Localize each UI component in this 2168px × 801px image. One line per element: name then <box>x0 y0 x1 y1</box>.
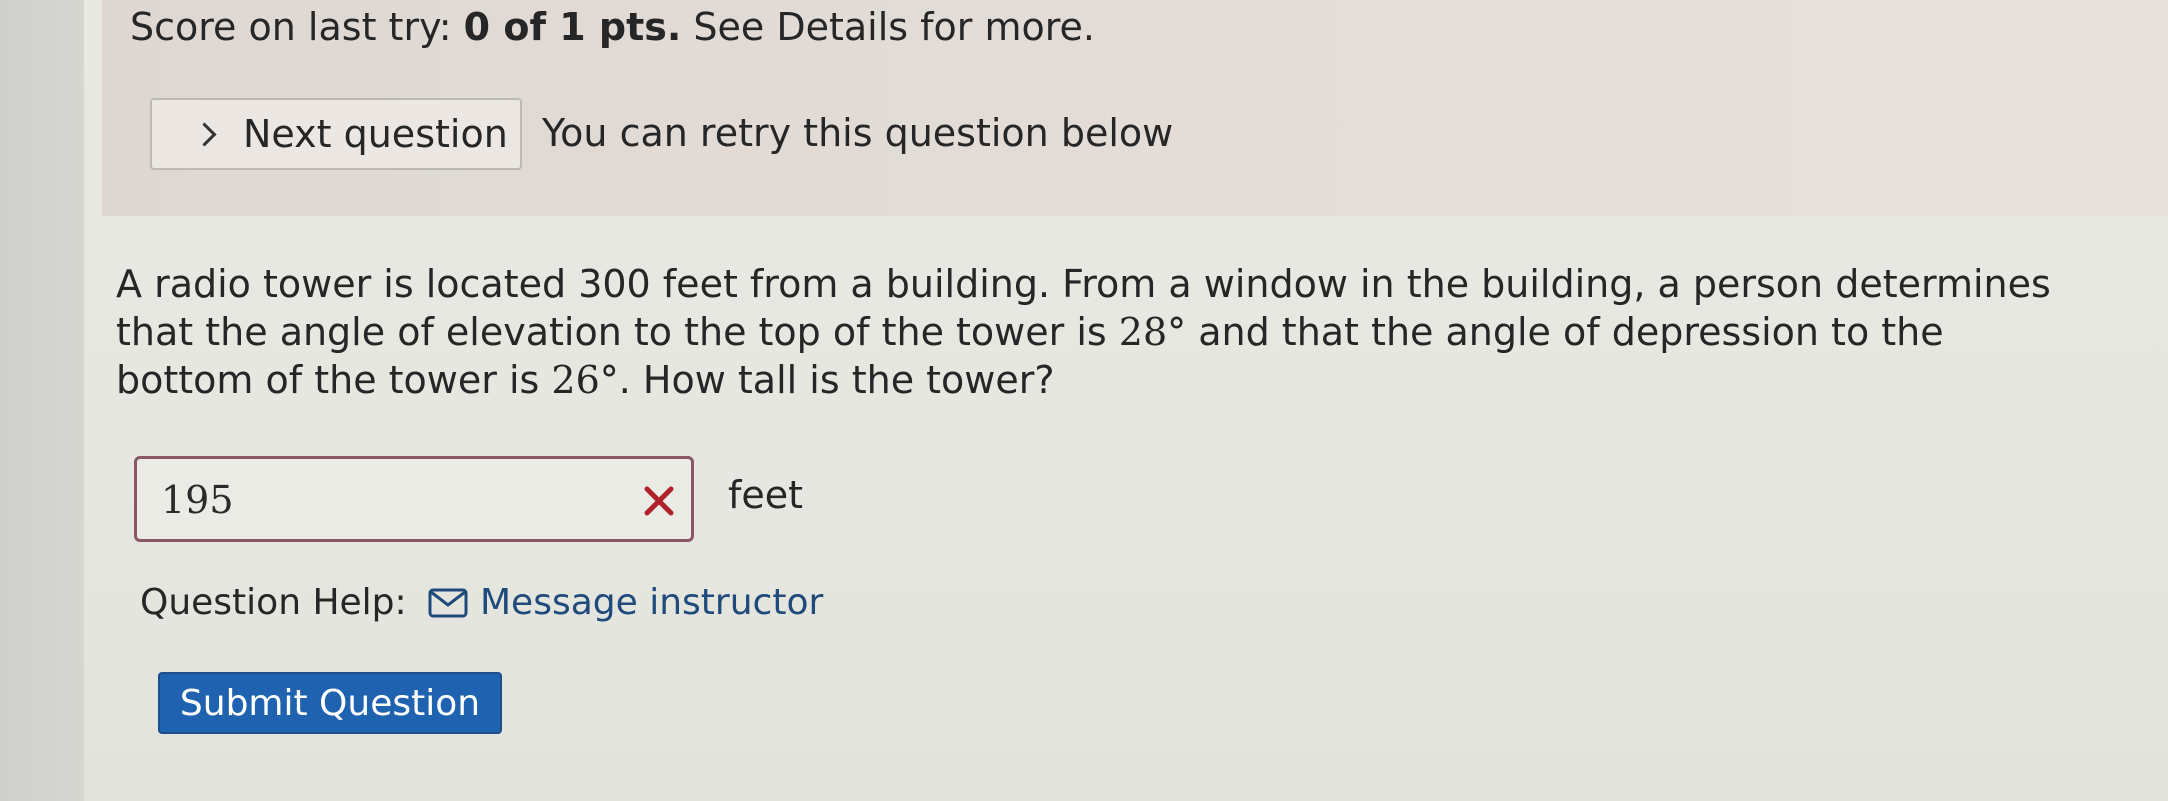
question-text-part3: . How tall is the tower? <box>618 358 1055 402</box>
angle-elevation: 28° <box>1118 310 1187 354</box>
score-prefix: Score on last try: <box>130 5 464 49</box>
answer-input[interactable]: 195 <box>134 456 694 542</box>
angle-depression: 26° <box>551 358 619 402</box>
score-suffix: See Details for more. <box>681 5 1096 49</box>
score-value: 0 of 1 pts. <box>463 5 682 49</box>
chevron-right-icon <box>192 121 217 147</box>
message-instructor-label: Message instructor <box>480 582 824 623</box>
score-line: Score on last try: 0 of 1 pts. See Detai… <box>130 2 1095 52</box>
answer-unit: feet <box>728 473 804 517</box>
retry-message: You can retry this question below <box>542 111 1174 155</box>
answer-value[interactable]: 195 <box>161 475 234 525</box>
question-text: A radio tower is located 300 feet from a… <box>116 260 2076 404</box>
next-question-button[interactable]: Next question <box>150 98 522 170</box>
question-help-label: Question Help: <box>140 582 407 623</box>
submit-question-button[interactable]: Submit Question <box>158 672 502 734</box>
left-margin <box>0 0 84 801</box>
envelope-icon <box>428 588 468 618</box>
close-icon[interactable] <box>637 479 681 523</box>
next-question-label: Next question <box>243 112 508 156</box>
message-instructor-link[interactable]: Message instructor <box>428 578 823 628</box>
submit-question-label: Submit Question <box>179 682 481 724</box>
